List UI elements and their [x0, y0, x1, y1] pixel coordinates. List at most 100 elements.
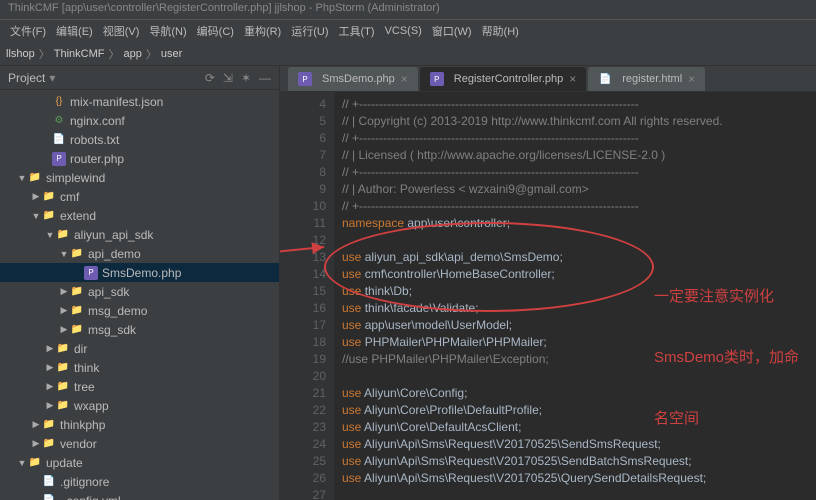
menu-item[interactable]: VCS(S) [381, 25, 426, 37]
tree-item[interactable]: ▼📁update [0, 453, 279, 472]
tree-item[interactable]: 📄.gitignore [0, 472, 279, 491]
editor-tab[interactable]: 📄 register.html × [588, 67, 705, 91]
tree-item[interactable]: Prouter.php [0, 149, 279, 168]
project-sidebar: Project ▾ ⟳ ⇲ ✶ — {}mix-manifest.json⚙ng… [0, 66, 280, 500]
tree-item[interactable]: PSmsDemo.php [0, 263, 279, 282]
folder-icon: 📁 [70, 247, 84, 261]
close-icon[interactable]: × [401, 72, 408, 86]
php-icon: P [430, 72, 444, 86]
folder-icon: 📁 [42, 437, 56, 451]
php-icon: P [298, 72, 312, 86]
tree-item[interactable]: ▶📁thinkphp [0, 415, 279, 434]
tree-item[interactable]: ▼📁simplewind [0, 168, 279, 187]
close-icon[interactable]: × [569, 72, 576, 86]
folder-icon: 📁 [28, 171, 42, 185]
tree-arrow-icon[interactable]: ▶ [44, 343, 56, 354]
tree-item[interactable]: ▼📁extend [0, 206, 279, 225]
menu-item[interactable]: 重构(R) [240, 23, 285, 39]
tree-label: wxapp [74, 399, 109, 413]
tree-item[interactable]: ▶📁 api_sdk [0, 282, 279, 301]
folder-icon: 📁 [70, 285, 84, 299]
tree-item[interactable]: ▶📁cmf [0, 187, 279, 206]
tree-arrow-icon[interactable]: ▼ [58, 249, 70, 259]
breadcrumb-item[interactable]: ThinkCMF [54, 48, 105, 60]
tree-label: robots.txt [70, 133, 119, 147]
tree-label: SmsDemo.php [102, 266, 181, 280]
menu-item[interactable]: 工具(T) [335, 23, 379, 39]
file-icon: 📄 [42, 494, 56, 500]
menu-item[interactable]: 编码(C) [193, 23, 238, 39]
tree-arrow-icon[interactable]: ▶ [30, 438, 42, 449]
folder-icon: 📁 [56, 228, 70, 242]
gear-icon[interactable]: ✶ [241, 71, 251, 85]
conf-icon: ⚙ [52, 114, 66, 128]
tree-arrow-icon[interactable]: ▼ [30, 211, 42, 221]
menu-item[interactable]: 文件(F) [6, 23, 50, 39]
tree-arrow-icon[interactable]: ▶ [58, 305, 70, 316]
menu-item[interactable]: 导航(N) [145, 23, 190, 39]
file-icon: 📄 [42, 475, 56, 489]
close-icon[interactable]: × [688, 72, 695, 86]
tree-arrow-icon[interactable]: ▶ [30, 191, 42, 202]
chevron-down-icon[interactable]: ▾ [49, 71, 55, 85]
project-label: Project [8, 71, 45, 85]
folder-icon: 📁 [56, 342, 70, 356]
tree-item[interactable]: ▶📁msg_demo [0, 301, 279, 320]
breadcrumb-separator: 〉 [39, 46, 50, 62]
folder-icon: 📁 [70, 304, 84, 318]
breadcrumb-item[interactable]: llshop [6, 48, 35, 60]
hide-icon[interactable]: — [259, 71, 271, 85]
project-tree[interactable]: {}mix-manifest.json⚙nginx.conf📄robots.tx… [0, 90, 279, 500]
tree-label: api_sdk [88, 285, 129, 299]
tree-item[interactable]: ▶📁vendor [0, 434, 279, 453]
collapse-icon[interactable]: ⇲ [223, 71, 233, 85]
tree-item[interactable]: ⚙nginx.conf [0, 111, 279, 130]
tab-label: register.html [622, 73, 682, 85]
tree-arrow-icon[interactable]: ▶ [44, 400, 56, 411]
tree-item[interactable]: ▶📁think [0, 358, 279, 377]
editor-tabs: PSmsDemo.php×PRegisterController.php× 📄 re… [280, 66, 816, 92]
tree-arrow-icon[interactable]: ▶ [58, 286, 70, 297]
json-icon: {} [52, 95, 66, 109]
menu-item[interactable]: 编辑(E) [52, 23, 97, 39]
title-bar: ThinkCMF [app\user\controller\RegisterCo… [0, 0, 816, 20]
tree-label: router.php [70, 152, 124, 166]
tree-item[interactable]: 📄 _config.yml [0, 491, 279, 500]
tree-arrow-icon[interactable]: ▶ [44, 381, 56, 392]
tree-item[interactable]: ▶📁tree [0, 377, 279, 396]
menu-item[interactable]: 窗口(W) [428, 23, 476, 39]
tree-item[interactable]: ▶📁wxapp [0, 396, 279, 415]
file-icon: 📄 [598, 72, 612, 86]
tree-item[interactable]: {}mix-manifest.json [0, 92, 279, 111]
tree-arrow-icon[interactable]: ▶ [30, 419, 42, 430]
tree-item[interactable]: ▼📁api_demo [0, 244, 279, 263]
php-icon: P [52, 152, 66, 166]
tree-item[interactable]: 📄robots.txt [0, 130, 279, 149]
tree-item[interactable]: ▼📁 aliyun_api_sdk [0, 225, 279, 244]
sync-icon[interactable]: ⟳ [205, 71, 215, 85]
tree-arrow-icon[interactable]: ▶ [58, 324, 70, 335]
breadcrumb-item[interactable]: app [123, 48, 141, 60]
tree-label: tree [74, 380, 95, 394]
tree-item[interactable]: ▶📁 dir [0, 339, 279, 358]
tree-arrow-icon[interactable]: ▼ [16, 173, 28, 183]
tree-label: _config.yml [60, 494, 121, 500]
tree-arrow-icon[interactable]: ▼ [16, 458, 28, 468]
editor-tab[interactable]: PRegisterController.php× [420, 67, 586, 91]
tree-arrow-icon[interactable]: ▼ [44, 230, 56, 240]
folder-icon: 📁 [42, 190, 56, 204]
editor-tab[interactable]: PSmsDemo.php× [288, 67, 418, 91]
menu-item[interactable]: 运行(U) [287, 23, 332, 39]
tree-label: aliyun_api_sdk [74, 228, 153, 242]
breadcrumb-item[interactable]: user [161, 48, 182, 60]
editor-area: PSmsDemo.php×PRegisterController.php× 📄 re… [280, 66, 816, 500]
menu-item[interactable]: 帮助(H) [478, 23, 523, 39]
menu-item[interactable]: 视图(V) [99, 23, 144, 39]
tree-label: dir [74, 342, 87, 356]
menu-bar: 文件(F)编辑(E)视图(V)导航(N)编码(C)重构(R)运行(U)工具(T)… [0, 20, 816, 42]
tree-item[interactable]: ▶📁msg_sdk [0, 320, 279, 339]
code-content[interactable]: 一定要注意实例化 SmsDemo类时，加命 名空间 // +----------… [334, 92, 816, 500]
breadcrumb-separator: 〉 [108, 46, 119, 62]
folder-icon: 📁 [70, 323, 84, 337]
tree-arrow-icon[interactable]: ▶ [44, 362, 56, 373]
